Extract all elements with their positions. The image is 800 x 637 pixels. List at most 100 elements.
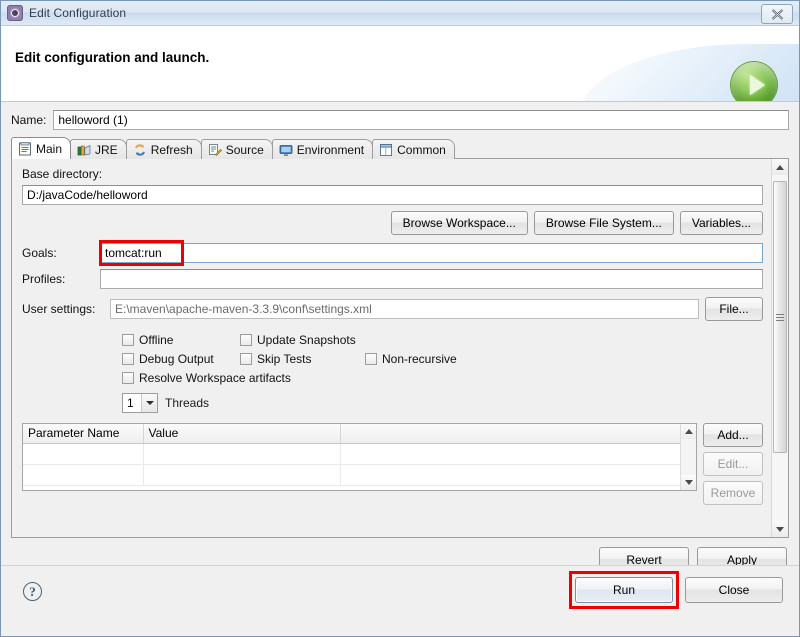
tab-source[interactable]: Source	[200, 139, 273, 159]
tab-strip: Main JRE Refresh Source Environment Comm…	[11, 137, 789, 159]
parameters-area: Parameter Name Value Add... Edit... Remo…	[22, 423, 763, 505]
run-button[interactable]: Run	[575, 577, 673, 603]
checkbox-box-icon[interactable]	[240, 333, 252, 346]
checkbox-update-snapshots-label: Update Snapshots	[257, 332, 356, 347]
tab-main[interactable]: Main	[11, 137, 72, 159]
close-dialog-button[interactable]: Close	[685, 577, 783, 603]
base-directory-row	[22, 185, 763, 205]
tab-refresh-label: Refresh	[150, 142, 193, 157]
title-bar: Edit Configuration	[1, 1, 799, 26]
checkbox-offline[interactable]: Offline	[122, 333, 240, 347]
checkbox-box-icon[interactable]	[122, 352, 134, 365]
browse-buttons-row: Browse Workspace... Browse File System..…	[22, 211, 763, 235]
scroll-up-icon[interactable]	[681, 424, 696, 439]
user-settings-row: User settings: File...	[22, 297, 763, 321]
window-title: Edit Configuration	[29, 6, 127, 20]
checkbox-debug-output-label: Debug Output	[139, 351, 214, 366]
profiles-input[interactable]	[100, 269, 763, 289]
table-row[interactable]	[23, 443, 696, 465]
goals-label: Goals:	[22, 246, 57, 260]
refresh-arrows-icon	[134, 143, 145, 156]
checkbox-box-icon[interactable]	[122, 333, 134, 346]
column-header-value[interactable]: Value	[143, 424, 341, 444]
checkbox-update-snapshots[interactable]: Update Snapshots	[240, 333, 356, 347]
table-row[interactable]	[23, 464, 696, 486]
edit-configuration-dialog: Edit Configuration Edit configuration an…	[0, 0, 800, 637]
page-title: Edit configuration and launch.	[15, 50, 210, 65]
help-question-icon[interactable]: ?	[23, 582, 42, 601]
tab-common[interactable]: Common	[372, 139, 455, 159]
checkbox-resolve-workspace-artifacts[interactable]: Resolve Workspace artifacts	[122, 371, 291, 385]
tab-source-label: Source	[225, 142, 264, 157]
options-checkbox-group: Offline Update Snapshots Debug Output Sk…	[22, 330, 763, 413]
scroll-grip-icon	[776, 312, 784, 323]
scroll-down-icon[interactable]	[681, 475, 696, 490]
threads-label: Threads	[165, 396, 210, 410]
play-triangle	[749, 75, 765, 95]
tab-main-label: Main	[36, 141, 63, 156]
goals-row: Goals:	[22, 240, 763, 266]
close-icon	[771, 8, 783, 20]
main-tab-content: Base directory: Browse Workspace... Brow…	[12, 159, 771, 537]
column-header-parameter-name[interactable]: Parameter Name	[23, 424, 144, 444]
checkbox-row-1: Offline Update Snapshots	[122, 330, 763, 349]
environment-monitor-icon	[279, 144, 293, 156]
add-parameter-button[interactable]: Add...	[703, 423, 763, 447]
run-play-icon	[731, 62, 777, 101]
panel-scroll-up-icon[interactable]	[772, 159, 788, 175]
close-button[interactable]	[761, 4, 793, 24]
column-header-spacer	[340, 424, 696, 444]
header-banner: Edit configuration and launch.	[1, 26, 799, 102]
table-action-buttons: Add... Edit... Remove	[703, 423, 763, 505]
remove-parameter-button: Remove	[703, 481, 763, 505]
goals-input[interactable]	[100, 243, 763, 263]
browse-file-system-button[interactable]: Browse File System...	[533, 211, 674, 235]
name-row: Name:	[11, 110, 789, 130]
chevron-down-icon[interactable]	[141, 394, 157, 412]
checkbox-non-recursive-label: Non-recursive	[382, 351, 457, 366]
checkbox-box-icon[interactable]	[240, 352, 252, 365]
user-settings-file-button[interactable]: File...	[705, 297, 763, 321]
threads-row: 1 Threads	[122, 393, 763, 413]
user-settings-label: User settings:	[22, 302, 96, 316]
tab-common-label: Common	[397, 142, 446, 157]
checkbox-box-icon[interactable]	[122, 371, 134, 384]
jre-books-icon	[77, 144, 91, 155]
footer-buttons: Run Close	[569, 571, 783, 609]
profiles-label: Profiles:	[22, 272, 66, 286]
user-settings-input[interactable]	[110, 299, 699, 319]
panel-scrollbar[interactable]	[771, 159, 788, 537]
dialog-body: Name: Main JRE	[1, 102, 799, 572]
table-scrollbar[interactable]	[680, 424, 696, 490]
panel-scroll-thumb[interactable]	[773, 181, 787, 453]
common-window-icon	[380, 143, 393, 156]
panel-scroll-track[interactable]	[772, 175, 788, 521]
table-header-row: Parameter Name Value	[23, 424, 696, 444]
checkbox-skip-tests[interactable]: Skip Tests	[240, 352, 365, 366]
browse-workspace-button[interactable]: Browse Workspace...	[390, 211, 528, 235]
checkbox-row-3: Resolve Workspace artifacts	[122, 368, 763, 387]
parameters-table[interactable]: Parameter Name Value	[22, 423, 697, 491]
checkbox-debug-output[interactable]: Debug Output	[122, 352, 240, 366]
checkbox-resolve-workspace-artifacts-label: Resolve Workspace artifacts	[139, 370, 291, 385]
name-input[interactable]	[53, 110, 789, 130]
variables-button[interactable]: Variables...	[679, 211, 763, 235]
checkbox-non-recursive[interactable]: Non-recursive	[365, 352, 457, 366]
configuration-gear-icon	[7, 5, 23, 21]
checkbox-offline-label: Offline	[139, 332, 174, 347]
panel-scroll-down-icon[interactable]	[772, 521, 788, 537]
tab-environment[interactable]: Environment	[271, 139, 374, 159]
profiles-row: Profiles:	[22, 269, 763, 289]
checkbox-box-icon[interactable]	[365, 352, 377, 365]
checkbox-skip-tests-label: Skip Tests	[257, 351, 312, 366]
main-document-icon	[19, 141, 31, 155]
tab-jre[interactable]: JRE	[70, 139, 127, 159]
threads-stepper[interactable]: 1	[122, 393, 158, 413]
base-directory-label: Base directory:	[22, 167, 103, 181]
tab-refresh[interactable]: Refresh	[125, 139, 202, 159]
source-edit-icon	[208, 143, 222, 156]
base-directory-input[interactable]	[22, 185, 763, 205]
threads-value: 1	[127, 396, 134, 410]
main-tab-panel: Base directory: Browse Workspace... Brow…	[11, 158, 789, 538]
dialog-footer: ? Run Close	[1, 565, 799, 636]
